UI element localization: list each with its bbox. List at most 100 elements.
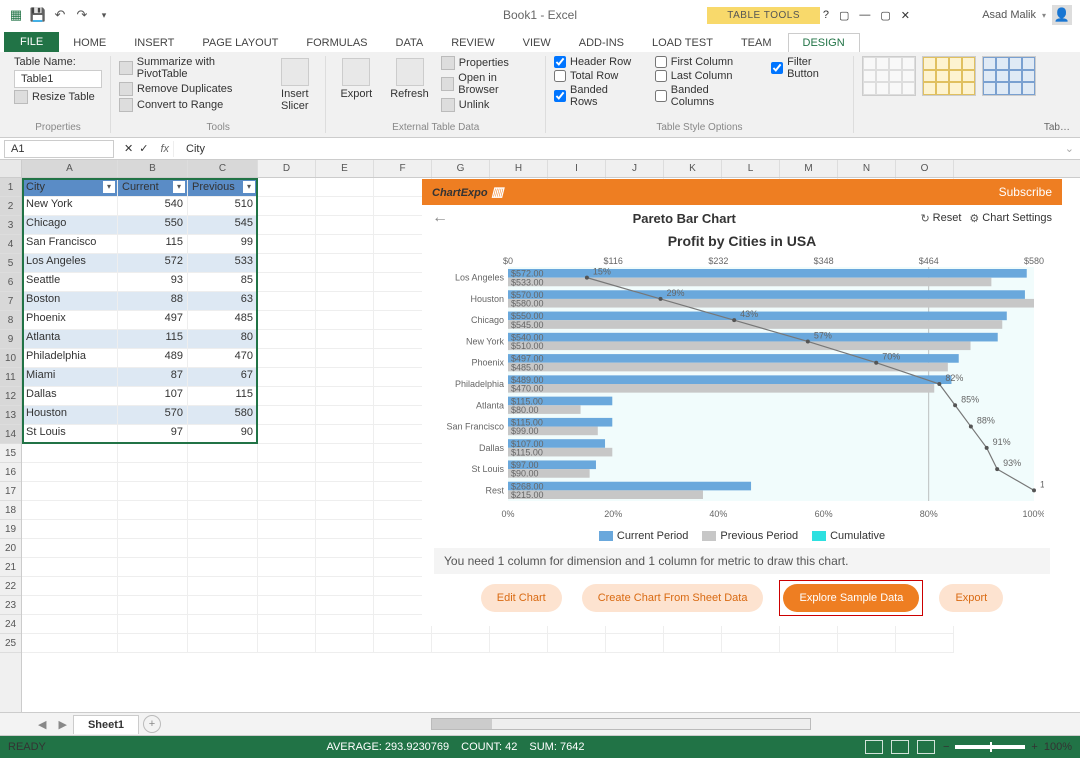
tab-addins[interactable]: ADD-INS [565, 34, 638, 52]
tab-review[interactable]: REVIEW [437, 34, 508, 52]
tab-file[interactable]: FILE [4, 32, 59, 52]
cell[interactable]: 489 [118, 349, 188, 368]
row-header-11[interactable]: 11 [0, 368, 21, 387]
row-header-6[interactable]: 6 [0, 273, 21, 292]
row-header-15[interactable]: 15 [0, 444, 21, 463]
tab-design[interactable]: DESIGN [788, 33, 860, 52]
col-header-B[interactable]: B [118, 160, 188, 177]
cell[interactable]: 533 [188, 254, 258, 273]
table-header-cell[interactable]: City▾ [22, 178, 118, 197]
tab-formulas[interactable]: FORMULAS [292, 34, 381, 52]
col-header-G[interactable]: G [432, 160, 490, 177]
row-header-7[interactable]: 7 [0, 292, 21, 311]
add-sheet-button[interactable]: + [143, 715, 161, 733]
col-header-K[interactable]: K [664, 160, 722, 177]
sheet-tab-sheet1[interactable]: Sheet1 [73, 715, 139, 734]
cell[interactable]: 540 [118, 197, 188, 216]
row-header-8[interactable]: 8 [0, 311, 21, 330]
next-sheet-icon[interactable]: ▶ [52, 718, 72, 731]
help-icon[interactable]: ? [823, 9, 829, 22]
cell[interactable]: 80 [188, 330, 258, 349]
accept-formula-icon[interactable]: ✓ [139, 142, 148, 155]
cell[interactable]: 63 [188, 292, 258, 311]
cell[interactable]: 485 [188, 311, 258, 330]
cell[interactable]: 87 [118, 368, 188, 387]
col-header-A[interactable]: A [22, 160, 118, 177]
row-header-12[interactable]: 12 [0, 387, 21, 406]
remove-dup-button[interactable]: Remove Duplicates [119, 82, 232, 96]
row-header-22[interactable]: 22 [0, 577, 21, 596]
row-header-4[interactable]: 4 [0, 235, 21, 254]
cell[interactable]: 88 [118, 292, 188, 311]
resize-table-button[interactable]: Resize Table [14, 90, 95, 104]
col-header-E[interactable]: E [316, 160, 374, 177]
create-chart-button[interactable]: Create Chart From Sheet Data [582, 584, 764, 612]
row-header-10[interactable]: 10 [0, 349, 21, 368]
cancel-formula-icon[interactable]: ✕ [124, 142, 133, 155]
cell[interactable]: 510 [188, 197, 258, 216]
explore-sample-button[interactable]: Explore Sample Data [783, 584, 919, 612]
cell[interactable]: 97 [118, 425, 188, 444]
cell[interactable]: 570 [118, 406, 188, 425]
chk-banded-rows[interactable]: Banded Rows [554, 84, 637, 108]
grid[interactable]: ABCDEFGHIJKLMNO City▾Current▾Previous▾Ne… [22, 160, 1080, 712]
cell[interactable]: Boston [22, 292, 118, 311]
close-icon[interactable]: ✕ [901, 9, 910, 22]
filter-dropdown-icon[interactable]: ▾ [243, 181, 255, 193]
cell[interactable]: 99 [188, 235, 258, 254]
row-header-2[interactable]: 2 [0, 197, 21, 216]
chk-first-col[interactable]: First Column [655, 56, 733, 68]
col-header-C[interactable]: C [188, 160, 258, 177]
cell[interactable]: 572 [118, 254, 188, 273]
cell[interactable]: Dallas [22, 387, 118, 406]
tab-page-layout[interactable]: PAGE LAYOUT [188, 34, 292, 52]
style-preview-2[interactable] [922, 56, 976, 96]
redo-icon[interactable]: ↷ [72, 5, 92, 25]
cell[interactable]: Seattle [22, 273, 118, 292]
cell[interactable]: 550 [118, 216, 188, 235]
tab-data[interactable]: DATA [382, 34, 438, 52]
tab-insert[interactable]: INSERT [120, 34, 188, 52]
style-preview-1[interactable] [862, 56, 916, 96]
view-normal-icon[interactable] [865, 740, 883, 754]
back-icon[interactable]: ← [432, 209, 448, 227]
maximize-icon[interactable]: ▢ [880, 9, 890, 22]
cell[interactable]: Los Angeles [22, 254, 118, 273]
style-preview-3[interactable] [982, 56, 1036, 96]
col-header-J[interactable]: J [606, 160, 664, 177]
pivot-button[interactable]: Summarize with PivotTable [119, 56, 266, 80]
ribbon-options-icon[interactable]: ▢ [839, 9, 849, 22]
insert-slicer-button[interactable]: Insert Slicer [272, 56, 317, 114]
row-header-21[interactable]: 21 [0, 558, 21, 577]
formula-value[interactable]: City [173, 141, 1059, 157]
zoom-out-icon[interactable]: − [943, 741, 949, 753]
tab-load-test[interactable]: LOAD TEST [638, 34, 727, 52]
tab-home[interactable]: HOME [59, 34, 120, 52]
row-header-17[interactable]: 17 [0, 482, 21, 501]
user-menu-caret[interactable]: ▾ [1042, 11, 1046, 20]
zoom-control[interactable]: − + 100% [943, 741, 1072, 753]
row-header-23[interactable]: 23 [0, 596, 21, 615]
subscribe-link[interactable]: Subscribe [999, 185, 1052, 199]
col-header-N[interactable]: N [838, 160, 896, 177]
cell[interactable]: Chicago [22, 216, 118, 235]
col-header-L[interactable]: L [722, 160, 780, 177]
row-header-13[interactable]: 13 [0, 406, 21, 425]
zoom-in-icon[interactable]: + [1031, 741, 1037, 753]
cell[interactable]: 85 [188, 273, 258, 292]
row-header-3[interactable]: 3 [0, 216, 21, 235]
cell[interactable]: New York [22, 197, 118, 216]
cell[interactable]: 580 [188, 406, 258, 425]
fx-icon[interactable]: fx [156, 143, 173, 155]
row-header-1[interactable]: 1 [0, 178, 21, 197]
row-header-14[interactable]: 14 [0, 425, 21, 444]
row-header-5[interactable]: 5 [0, 254, 21, 273]
cell[interactable]: 470 [188, 349, 258, 368]
cell[interactable]: St Louis [22, 425, 118, 444]
view-page-icon[interactable] [891, 740, 909, 754]
table-styles-gallery[interactable] [862, 56, 1036, 96]
cell[interactable]: Philadelphia [22, 349, 118, 368]
col-header-F[interactable]: F [374, 160, 432, 177]
cell[interactable]: 107 [118, 387, 188, 406]
cell[interactable]: 115 [118, 330, 188, 349]
